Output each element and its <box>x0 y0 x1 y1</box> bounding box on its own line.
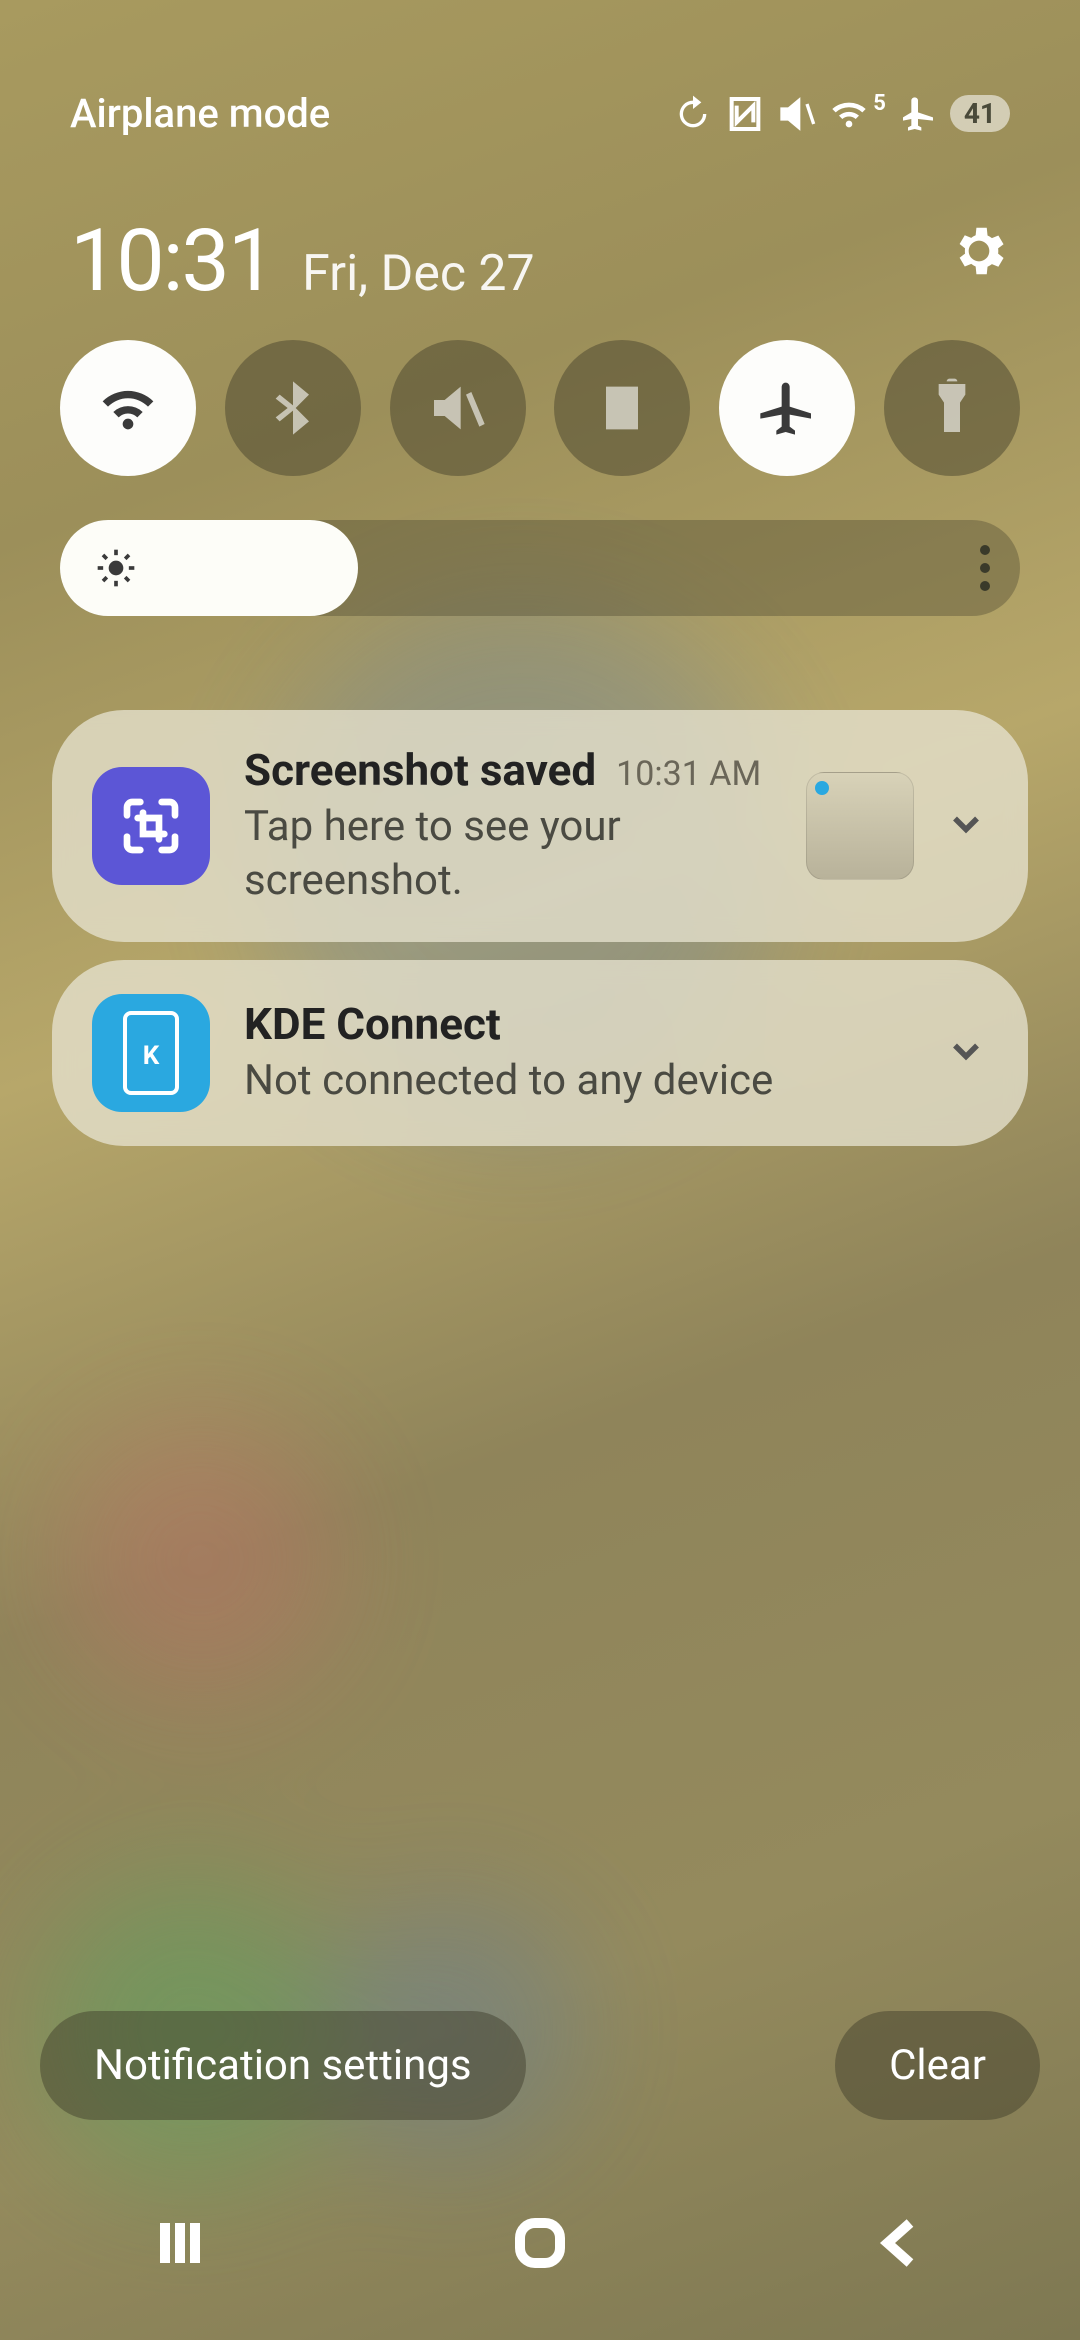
gear-icon <box>948 220 1010 282</box>
status-label: Airplane mode <box>70 90 330 137</box>
nfc-icon <box>725 94 765 134</box>
notification-time: 10:31 AM <box>616 754 761 794</box>
wifi-icon <box>829 94 869 134</box>
brightness-fill <box>60 520 358 616</box>
brightness-icon <box>94 546 138 590</box>
qs-mute[interactable] <box>390 340 526 476</box>
qs-bluetooth[interactable] <box>225 340 361 476</box>
back-icon <box>870 2213 930 2273</box>
rotation-lock-icon <box>590 376 654 440</box>
status-bar: Airplane mode 5 41 <box>0 90 1080 137</box>
recents-icon <box>150 2213 210 2273</box>
notification-kdeconnect[interactable]: KDE Connect Not connected to any device <box>52 960 1028 1146</box>
clock: 10:31 <box>70 210 274 311</box>
expand-button[interactable] <box>944 802 988 850</box>
navigation-bar <box>0 2190 1080 2300</box>
notification-body: KDE Connect Not connected to any device <box>244 998 914 1108</box>
chevron-down-icon <box>944 1029 988 1073</box>
bluetooth-icon <box>261 376 325 440</box>
notification-screenshot[interactable]: Screenshot saved 10:31 AM Tap here to se… <box>52 710 1028 942</box>
mute-icon <box>777 94 817 134</box>
notification-text: Not connected to any device <box>244 1054 914 1108</box>
notification-body: Screenshot saved 10:31 AM Tap here to se… <box>244 744 786 908</box>
settings-button[interactable] <box>948 220 1010 286</box>
crop-icon <box>119 794 183 858</box>
expand-button[interactable] <box>944 1029 988 1077</box>
wifi-band-label: 5 <box>873 91 886 116</box>
qs-wifi[interactable] <box>60 340 196 476</box>
flashlight-icon <box>920 376 984 440</box>
phone-icon <box>123 1011 179 1095</box>
airplane-icon <box>898 94 938 134</box>
back-button[interactable] <box>870 2213 930 2277</box>
screenshot-app-icon <box>92 767 210 885</box>
chevron-down-icon <box>944 802 988 846</box>
notification-settings-button[interactable]: Notification settings <box>40 2011 526 2120</box>
status-icons: 5 41 <box>673 94 1010 134</box>
wifi-icon <box>96 376 160 440</box>
qs-airplane[interactable] <box>719 340 855 476</box>
clear-button[interactable]: Clear <box>835 2011 1040 2120</box>
airplane-icon <box>755 376 819 440</box>
battery-level: 41 <box>950 95 1010 132</box>
brightness-more-button[interactable] <box>980 545 990 591</box>
notification-title: KDE Connect <box>244 998 501 1050</box>
recents-button[interactable] <box>150 2213 210 2277</box>
notification-text: Tap here to see your screenshot. <box>244 800 786 908</box>
screenshot-thumbnail[interactable] <box>806 772 914 880</box>
date: Fri, Dec 27 <box>302 245 534 303</box>
qs-rotation-lock[interactable] <box>554 340 690 476</box>
footer-row: Notification settings Clear <box>40 2011 1040 2120</box>
sync-icon <box>673 94 713 134</box>
brightness-slider[interactable] <box>60 520 1020 616</box>
panel-header: 10:31 Fri, Dec 27 <box>70 210 1010 311</box>
mute-icon <box>426 376 490 440</box>
home-icon <box>510 2213 570 2273</box>
notification-title: Screenshot saved <box>244 744 596 796</box>
home-button[interactable] <box>510 2213 570 2277</box>
kdeconnect-app-icon <box>92 994 210 1112</box>
qs-flashlight[interactable] <box>884 340 1020 476</box>
quick-settings <box>60 340 1020 476</box>
